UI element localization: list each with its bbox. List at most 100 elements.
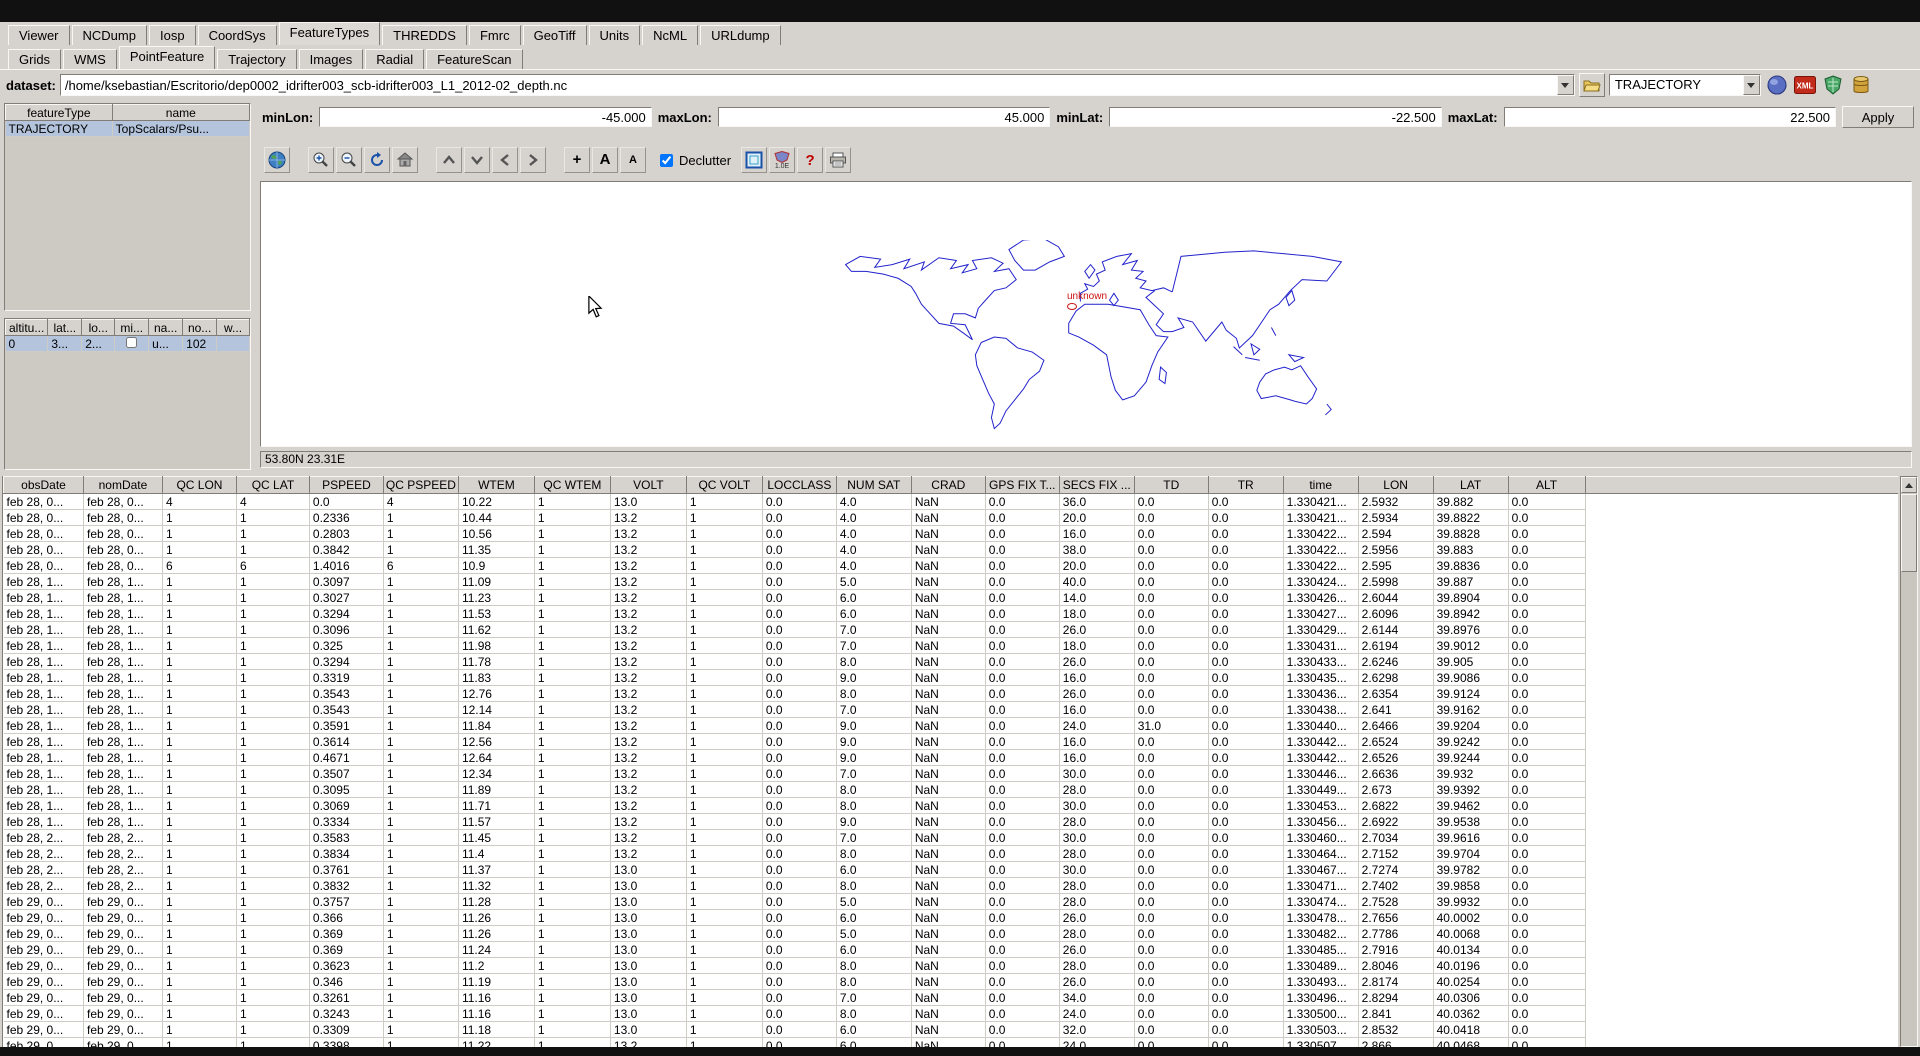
column-header[interactable]: w...: [217, 320, 250, 336]
obs-table-row[interactable]: feb 28, 1...feb 28, 1...110.3294111.7811…: [4, 654, 1899, 670]
column-header[interactable]: no...: [183, 320, 217, 336]
redo-view-button[interactable]: [364, 147, 390, 173]
observation-table[interactable]: obsDatenomDateQC LONQC LATPSPEEDQC PSPEE…: [2, 476, 1898, 1047]
declutter-checkbox[interactable]: [660, 154, 673, 167]
table-row[interactable]: 03...2...u...102: [6, 336, 250, 352]
dataset-combo[interactable]: [60, 74, 1575, 96]
obs-column-header[interactable]: LON: [1358, 477, 1433, 494]
obs-table-row[interactable]: feb 28, 0...feb 28, 0...440.0410.22113.0…: [4, 494, 1899, 510]
map-panel[interactable]: unknown: [260, 181, 1912, 447]
minlon-field[interactable]: [319, 107, 651, 127]
obs-column-header[interactable]: VOLT: [610, 477, 686, 494]
obs-table-row[interactable]: feb 29, 0...feb 29, 0...110.3398111.2211…: [4, 1038, 1899, 1048]
obs-table-row[interactable]: feb 28, 0...feb 28, 0...661.4016610.9113…: [4, 558, 1899, 574]
tab-urldump[interactable]: URLdump: [700, 25, 781, 45]
xml-button[interactable]: XML: [1793, 73, 1817, 97]
obs-column-header[interactable]: NUM SAT: [836, 477, 911, 494]
obs-table-row[interactable]: feb 29, 0...feb 29, 0...110.346111.19113…: [4, 974, 1899, 990]
obs-table-row[interactable]: feb 29, 0...feb 29, 0...110.366111.26113…: [4, 910, 1899, 926]
obs-column-header[interactable]: WTEM: [458, 477, 534, 494]
column-header[interactable]: name: [112, 105, 249, 121]
tab-units[interactable]: Units: [589, 25, 641, 45]
obs-table-row[interactable]: feb 28, 2...feb 28, 2...110.3834111.4113…: [4, 846, 1899, 862]
obs-column-header[interactable]: nomDate: [83, 477, 162, 494]
column-header[interactable]: lat...: [48, 320, 82, 336]
obs-table-row[interactable]: feb 28, 1...feb 28, 1...110.3591111.8411…: [4, 718, 1899, 734]
help-button[interactable]: ?: [797, 147, 823, 173]
tab-pointfeature[interactable]: PointFeature: [119, 46, 215, 69]
obs-table-row[interactable]: feb 29, 0...feb 29, 0...110.3623111.2113…: [4, 958, 1899, 974]
obs-table-row[interactable]: feb 29, 0...feb 29, 0...110.3243111.1611…: [4, 1006, 1899, 1022]
maxlon-field[interactable]: [718, 107, 1050, 127]
tab-thredds[interactable]: THREDDS: [382, 25, 467, 45]
feature-type-combo[interactable]: TRAJECTORY: [1609, 74, 1761, 96]
obs-table-row[interactable]: feb 28, 1...feb 28, 1...110.3294111.5311…: [4, 606, 1899, 622]
obs-table-row[interactable]: feb 29, 0...feb 29, 0...110.3757111.2811…: [4, 894, 1899, 910]
tab-iosp[interactable]: Iosp: [149, 25, 196, 45]
obs-table-row[interactable]: feb 29, 0...feb 29, 0...110.3309111.1811…: [4, 1022, 1899, 1038]
globe-button[interactable]: [264, 147, 290, 173]
obs-column-header[interactable]: TD: [1134, 477, 1208, 494]
tab-geotiff[interactable]: GeoTiff: [523, 25, 587, 45]
table-vertical-scrollbar[interactable]: [1900, 476, 1918, 1047]
obs-table-row[interactable]: feb 28, 1...feb 28, 1...110.3543112.1411…: [4, 702, 1899, 718]
obs-table-row[interactable]: feb 29, 0...feb 29, 0...110.369111.26113…: [4, 926, 1899, 942]
obs-table-row[interactable]: feb 28, 1...feb 28, 1...110.3507112.3411…: [4, 766, 1899, 782]
apply-button[interactable]: Apply: [1842, 106, 1914, 128]
pan-up-button[interactable]: [436, 147, 462, 173]
obs-table-row[interactable]: feb 28, 0...feb 28, 0...110.3842111.3511…: [4, 542, 1899, 558]
tab-grids[interactable]: Grids: [8, 49, 61, 69]
obs-table-row[interactable]: feb 29, 0...feb 29, 0...110.3261111.1611…: [4, 990, 1899, 1006]
tab-ncdump[interactable]: NCDump: [72, 25, 147, 45]
column-header[interactable]: altitu...: [6, 320, 48, 336]
obs-table-row[interactable]: feb 28, 1...feb 28, 1...110.3096111.6211…: [4, 622, 1899, 638]
open-file-button[interactable]: [1579, 73, 1605, 97]
obs-table-row[interactable]: feb 28, 2...feb 28, 2...110.3583111.4511…: [4, 830, 1899, 846]
tab-trajectory[interactable]: Trajectory: [217, 49, 296, 69]
obs-column-header[interactable]: LAT: [1433, 477, 1508, 494]
obs-column-header[interactable]: TR: [1208, 477, 1283, 494]
obs-column-header[interactable]: QC LON: [162, 477, 236, 494]
obs-column-header[interactable]: CRAD: [911, 477, 985, 494]
sphere-button[interactable]: [1765, 73, 1789, 97]
column-header[interactable]: na...: [149, 320, 183, 336]
scale-button[interactable]: 1.0E: [769, 147, 795, 173]
print-button[interactable]: [825, 147, 851, 173]
obs-column-header[interactable]: QC LAT: [236, 477, 309, 494]
variables-table[interactable]: altitu...lat...lo...mi...na...no...w...0…: [4, 318, 251, 470]
scrollbar-thumb[interactable]: [1901, 494, 1917, 572]
obs-table-row[interactable]: feb 28, 0...feb 28, 0...110.2336110.4411…: [4, 510, 1899, 526]
font-decrease-button[interactable]: A: [620, 147, 646, 173]
obs-column-header[interactable]: GPS FIX T...: [985, 477, 1059, 494]
window-titlebar[interactable]: [0, 0, 1920, 22]
obs-table-row[interactable]: feb 28, 1...feb 28, 1...110.3095111.8911…: [4, 782, 1899, 798]
table-row[interactable]: TRAJECTORYTopScalars/Psu...: [6, 121, 250, 137]
grid-button[interactable]: [741, 147, 767, 173]
tab-coordsys[interactable]: CoordSys: [198, 25, 277, 45]
column-header[interactable]: featureType: [6, 105, 113, 121]
pan-down-button[interactable]: [464, 147, 490, 173]
tab-images[interactable]: Images: [299, 49, 364, 69]
tab-featuretypes[interactable]: FeatureTypes: [279, 22, 381, 45]
obs-table-row[interactable]: feb 28, 1...feb 28, 1...110.4671112.6411…: [4, 750, 1899, 766]
obs-column-header[interactable]: SECS FIX ...: [1059, 477, 1134, 494]
column-header[interactable]: mi...: [115, 320, 149, 336]
obs-column-header[interactable]: ALT: [1508, 477, 1585, 494]
tab-ncml[interactable]: NcML: [642, 25, 698, 45]
zoom-out-button[interactable]: [336, 147, 362, 173]
home-view-button[interactable]: [392, 147, 418, 173]
obs-table-row[interactable]: feb 28, 1...feb 28, 1...110.3319111.8311…: [4, 670, 1899, 686]
font-increase-button[interactable]: A: [592, 147, 618, 173]
obs-column-header[interactable]: time: [1283, 477, 1358, 494]
dataset-input[interactable]: [61, 75, 1557, 95]
cell-checkbox[interactable]: [126, 337, 137, 348]
obs-column-header[interactable]: PSPEED: [309, 477, 383, 494]
pan-right-button[interactable]: [520, 147, 546, 173]
obs-table-row[interactable]: feb 28, 1...feb 28, 1...110.3334111.5711…: [4, 814, 1899, 830]
feature-type-dropdown-button[interactable]: [1743, 75, 1760, 95]
tab-viewer[interactable]: Viewer: [8, 25, 70, 45]
tab-featurescan[interactable]: FeatureScan: [426, 49, 522, 69]
obs-table-row[interactable]: feb 28, 0...feb 28, 0...110.2803110.5611…: [4, 526, 1899, 542]
grid-shield-button[interactable]: [1821, 73, 1845, 97]
obs-column-header[interactable]: LOCCLASS: [762, 477, 836, 494]
